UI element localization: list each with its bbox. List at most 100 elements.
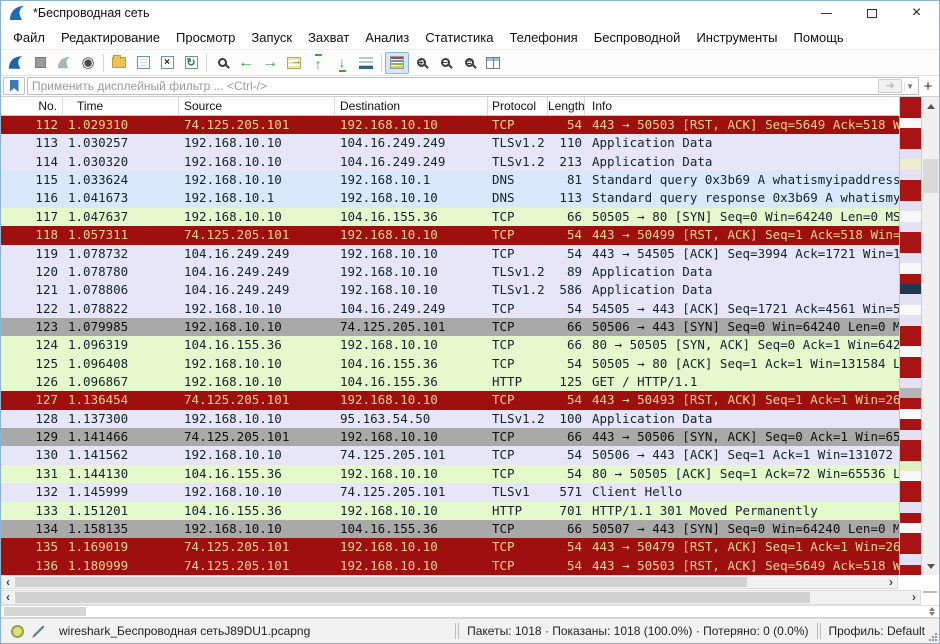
display-filter-input[interactable]	[28, 79, 878, 93]
column-header-source[interactable]: Source	[179, 97, 335, 115]
close-button[interactable]: ×	[894, 1, 939, 25]
menu-item-1[interactable]: Редактирование	[53, 27, 168, 48]
packet-row-124[interactable]: 1241.096319104.16.155.36192.168.10.10TCP…	[1, 336, 899, 354]
pane-splitter-grip[interactable]	[923, 591, 937, 593]
minimize-button[interactable]	[804, 1, 849, 25]
reload-file-button[interactable]: ↻	[179, 52, 203, 74]
hscroll-left-arrow[interactable]: ‹	[2, 576, 14, 588]
colorize-packets-button[interactable]	[385, 52, 409, 74]
capture-comment-icon[interactable]	[32, 625, 45, 638]
secondary-hscrollbar[interactable]: ‹ ›	[1, 590, 921, 605]
packet-row-121[interactable]: 1211.078806104.16.249.249192.168.10.10TL…	[1, 281, 899, 299]
packet-row-130[interactable]: 1301.141562192.168.10.1074.125.205.101TC…	[1, 446, 899, 464]
restart-capture-button[interactable]	[52, 52, 76, 74]
profile-label[interactable]: Профиль: Default	[829, 624, 926, 638]
cell-time: 1.033624	[63, 171, 179, 189]
menu-item-8[interactable]: Беспроводной	[586, 27, 689, 48]
apply-filter-button[interactable]: ➜	[878, 79, 902, 93]
packet-row-120[interactable]: 1201.078780104.16.249.249192.168.10.10TL…	[1, 263, 899, 281]
menu-item-6[interactable]: Статистика	[417, 27, 501, 48]
column-header-destination[interactable]: Destination	[335, 97, 488, 115]
minimap-stripe	[900, 294, 921, 304]
capture-options-button[interactable]: ◉	[76, 52, 100, 74]
hscroll2-thumb[interactable]	[15, 592, 810, 603]
column-header-info[interactable]: Info	[585, 97, 899, 115]
stop-capture-button[interactable]	[28, 52, 52, 74]
column-header-length[interactable]: Length	[548, 97, 585, 115]
packet-row-115[interactable]: 1151.033624192.168.10.10192.168.10.1DNS8…	[1, 171, 899, 189]
packet-row-117[interactable]: 1171.047637192.168.10.10104.16.155.36TCP…	[1, 208, 899, 226]
go-first-packet-button[interactable]: ↑	[306, 52, 330, 74]
status-bar: wireshark_Беспроводная сетьJ89DU1.pcapng…	[1, 618, 939, 643]
zoom-original-button[interactable]: =	[457, 52, 481, 74]
pane-spin-control[interactable]	[929, 607, 935, 616]
menu-item-10[interactable]: Помощь	[786, 27, 852, 48]
filter-bookmark-button[interactable]	[3, 77, 25, 95]
zoom-in-button[interactable]: +	[409, 52, 433, 74]
packet-row-123[interactable]: 1231.079985192.168.10.1074.125.205.101TC…	[1, 318, 899, 336]
packet-row-126[interactable]: 1261.096867192.168.10.10104.16.155.36HTT…	[1, 373, 899, 391]
packet-row-128[interactable]: 1281.137300192.168.10.1095.163.54.50TLSv…	[1, 410, 899, 428]
save-file-button[interactable]	[131, 52, 155, 74]
intelligent-scrollbar-minimap[interactable]	[900, 97, 922, 575]
column-header-protocol[interactable]: Protocol	[488, 97, 548, 115]
minimap-stripe	[900, 263, 921, 273]
column-header-no[interactable]: No.	[1, 97, 63, 115]
open-file-button[interactable]	[107, 52, 131, 74]
maximize-button[interactable]	[849, 1, 894, 25]
resize-grip[interactable]	[928, 632, 938, 642]
minimap-stripe	[900, 378, 921, 388]
cell-info: Standard query 0x3b69 A whatismyipaddres…	[585, 171, 899, 189]
packet-row-136[interactable]: 1361.18099974.125.205.101192.168.10.10TC…	[1, 557, 899, 575]
packet-row-122[interactable]: 1221.078822192.168.10.10104.16.249.249TC…	[1, 300, 899, 318]
menu-item-0[interactable]: Файл	[5, 27, 53, 48]
cell-length: 701	[548, 502, 585, 520]
scroll-up-arrow[interactable]	[922, 99, 939, 113]
go-last-packet-button[interactable]: ↓	[330, 52, 354, 74]
find-packet-button[interactable]	[210, 52, 234, 74]
packet-row-134[interactable]: 1341.158135192.168.10.10104.16.155.36TCP…	[1, 520, 899, 538]
packet-row-119[interactable]: 1191.078732104.16.249.249192.168.10.10TC…	[1, 245, 899, 263]
vertical-scrollbar[interactable]	[922, 97, 939, 575]
packet-row-112[interactable]: 1121.02931074.125.205.101192.168.10.10TC…	[1, 116, 899, 134]
expert-info-icon[interactable]	[11, 625, 24, 638]
menu-item-4[interactable]: Захват	[300, 27, 357, 48]
packet-row-125[interactable]: 1251.096408192.168.10.10104.16.155.36TCP…	[1, 355, 899, 373]
hscroll-thumb[interactable]	[15, 577, 747, 587]
resize-columns-button[interactable]	[481, 52, 505, 74]
go-back-button[interactable]: ←	[234, 52, 258, 74]
filter-dropdown-caret[interactable]: ▼	[904, 82, 918, 91]
packet-row-129[interactable]: 1291.14146674.125.205.101192.168.10.10TC…	[1, 428, 899, 446]
close-file-button[interactable]: ×	[155, 52, 179, 74]
menu-item-5[interactable]: Анализ	[357, 27, 417, 48]
packet-row-118[interactable]: 1181.05731174.125.205.101192.168.10.10TC…	[1, 226, 899, 244]
packet-row-131[interactable]: 1311.144130104.16.155.36192.168.10.10TCP…	[1, 465, 899, 483]
scroll-down-arrow[interactable]	[922, 559, 939, 573]
pane-handle-block[interactable]	[4, 607, 86, 616]
menu-item-3[interactable]: Запуск	[243, 27, 300, 48]
packet-row-132[interactable]: 1321.145999192.168.10.1074.125.205.101TL…	[1, 483, 899, 501]
packet-row-135[interactable]: 1351.16901974.125.205.101192.168.10.10TC…	[1, 538, 899, 556]
zoom-out-button[interactable]: −	[433, 52, 457, 74]
menu-item-7[interactable]: Телефония	[501, 27, 585, 48]
packet-row-116[interactable]: 1161.041673192.168.10.1192.168.10.10DNS1…	[1, 189, 899, 207]
packet-row-113[interactable]: 1131.030257192.168.10.10104.16.249.249TL…	[1, 134, 899, 152]
hscroll2-left-arrow[interactable]: ‹	[2, 591, 14, 603]
menu-item-9[interactable]: Инструменты	[688, 27, 785, 48]
hscroll-right-arrow[interactable]: ›	[885, 576, 897, 588]
packet-list-hscrollbar[interactable]: ‹ ›	[1, 575, 898, 589]
column-header-time[interactable]: Time	[63, 97, 179, 115]
packet-counts: Пакеты: 1018 · Показаны: 1018 (100.0%) ·…	[467, 624, 808, 638]
go-to-packet-button[interactable]	[282, 52, 306, 74]
packet-row-133[interactable]: 1331.151201104.16.155.36192.168.10.10HTT…	[1, 502, 899, 520]
menu-item-2[interactable]: Просмотр	[168, 27, 243, 48]
cell-source: 192.168.10.10	[179, 373, 335, 391]
packet-row-127[interactable]: 1271.13645474.125.205.101192.168.10.10TC…	[1, 391, 899, 409]
auto-scroll-button[interactable]	[354, 52, 378, 74]
packet-row-114[interactable]: 1141.030320192.168.10.10104.16.249.249TL…	[1, 153, 899, 171]
go-forward-button[interactable]: →	[258, 52, 282, 74]
hscroll2-right-arrow[interactable]: ›	[908, 591, 920, 603]
vertical-scrollbar-thumb[interactable]	[923, 159, 938, 193]
add-filter-button[interactable]: +	[919, 78, 937, 95]
start-capture-button[interactable]	[4, 52, 28, 74]
